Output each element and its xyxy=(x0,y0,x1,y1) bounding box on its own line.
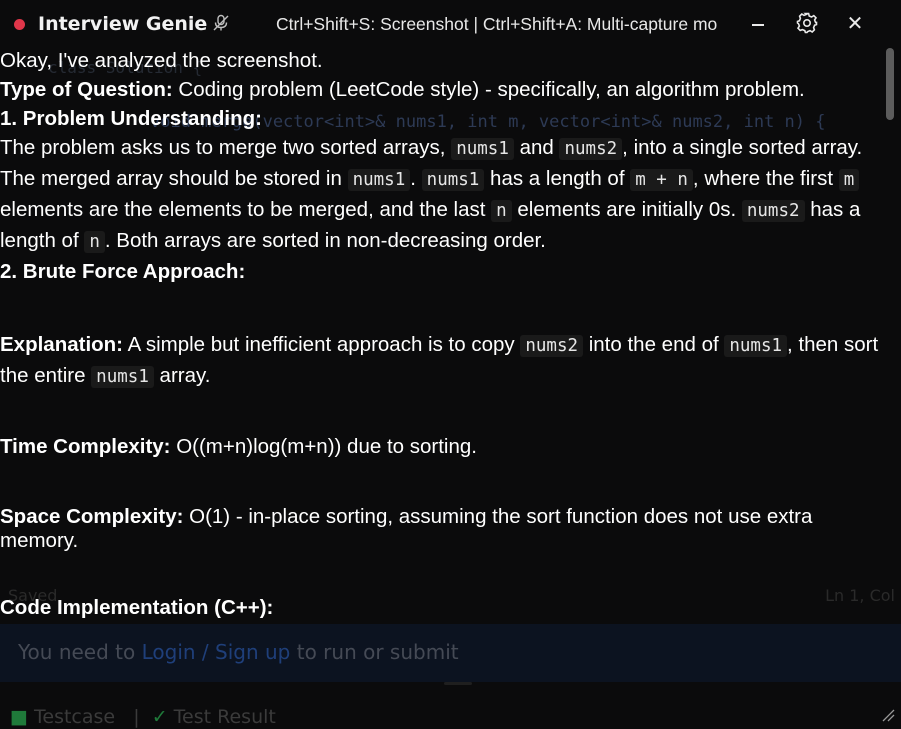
text-span: . Both arrays are sorted in non-decreasi… xyxy=(104,229,546,252)
text-span: and xyxy=(513,136,560,159)
time-complexity-label: Time Complexity: xyxy=(0,435,171,458)
title-bar[interactable]: Interview Genie Ctrl+Shift+S: Screenshot… xyxy=(0,0,901,46)
text-span: elements are initially 0s. xyxy=(511,198,742,221)
space-complexity-label: Space Complexity: xyxy=(0,505,184,528)
background-tab-testcase: Testcase xyxy=(34,706,116,728)
inline-code: nums1 xyxy=(421,169,485,191)
code-heading-text: Code Implementation (C++): xyxy=(0,596,274,619)
question-type-label: Type of Question: xyxy=(0,78,173,101)
question-type-value: Coding problem (LeetCode style) - specif… xyxy=(172,78,805,101)
understanding-heading-text: 1. Problem Understanding: xyxy=(0,107,262,130)
scrollbar-track[interactable] xyxy=(883,46,897,698)
inline-code: nums2 xyxy=(520,335,584,357)
inline-code: m + n xyxy=(630,169,693,191)
login-prefix: You need to xyxy=(18,640,142,664)
background-tab-result: Test Result xyxy=(173,706,276,728)
answer-intro: Okay, I've analyzed the screenshot. xyxy=(0,49,323,72)
text-span: elements are the elements to be merged, … xyxy=(0,198,492,221)
record-dot-icon xyxy=(14,19,25,30)
inline-code: nums1 xyxy=(91,366,154,388)
brute-heading-text: 2. Brute Force Approach: xyxy=(0,260,246,283)
minimize-button[interactable] xyxy=(744,8,774,38)
section-heading-code: Code Implementation (C++): xyxy=(0,593,880,622)
background-tabs: ■ Testcase | ✓ Test Result xyxy=(10,706,276,728)
text-span: has a length of xyxy=(484,167,631,190)
settings-button[interactable] xyxy=(792,8,822,38)
section-heading-understanding: 1. Problem Understanding: xyxy=(0,104,880,133)
question-type: Type of Question: Coding problem (LeetCo… xyxy=(0,75,880,104)
inline-code: nums1 xyxy=(451,138,514,160)
login-suffix: to run or submit xyxy=(290,640,459,664)
space-complexity: Space Complexity: O(1) - in-place sortin… xyxy=(0,505,880,553)
inline-code: nums1 xyxy=(724,335,788,357)
login-link: Login / Sign up xyxy=(141,640,291,664)
gear-icon xyxy=(796,12,818,34)
answer-panel: Okay, I've analyzed the screenshot. Type… xyxy=(0,46,880,622)
inline-code: nums2 xyxy=(741,200,805,222)
text-span: . xyxy=(410,167,422,190)
background-login-text: You need to Login / Sign up to run or su… xyxy=(18,640,459,664)
brute-force-explanation: Explanation: A simple but inefficient ap… xyxy=(0,330,880,392)
text-span: array. xyxy=(153,364,211,387)
background-login-bar xyxy=(0,624,901,682)
background-drag-handle xyxy=(444,682,472,685)
minimize-icon xyxy=(752,24,764,26)
time-complexity-value: O((m+n)log(m+n)) due to sorting. xyxy=(170,435,477,458)
text-span: , where the first xyxy=(692,167,839,190)
inline-code: nums2 xyxy=(559,138,623,160)
inline-code: nums1 xyxy=(347,169,411,191)
shortcut-hints: Ctrl+Shift+S: Screenshot | Ctrl+Shift+A:… xyxy=(276,14,718,34)
text-span: into the end of xyxy=(583,333,725,356)
time-complexity: Time Complexity: O((m+n)log(m+n)) due to… xyxy=(0,432,880,461)
text-span: The problem asks us to merge two sorted … xyxy=(0,136,452,159)
close-icon: ✕ xyxy=(846,11,864,35)
mic-off-icon[interactable] xyxy=(212,14,230,32)
resize-grip-icon[interactable] xyxy=(880,707,896,723)
inline-code: n xyxy=(84,231,105,253)
explanation-label: Explanation: xyxy=(0,333,124,356)
close-button[interactable]: ✕ xyxy=(840,8,870,38)
inline-code: m xyxy=(838,169,860,191)
section-heading-brute-force: 2. Brute Force Approach: xyxy=(0,257,880,286)
inline-code: n xyxy=(491,200,512,222)
app-title: Interview Genie xyxy=(38,13,208,35)
problem-understanding-text: The problem asks us to merge two sorted … xyxy=(0,133,880,257)
scrollbar-thumb[interactable] xyxy=(886,48,894,120)
text-span: A simple but inefficient approach is to … xyxy=(123,333,521,356)
